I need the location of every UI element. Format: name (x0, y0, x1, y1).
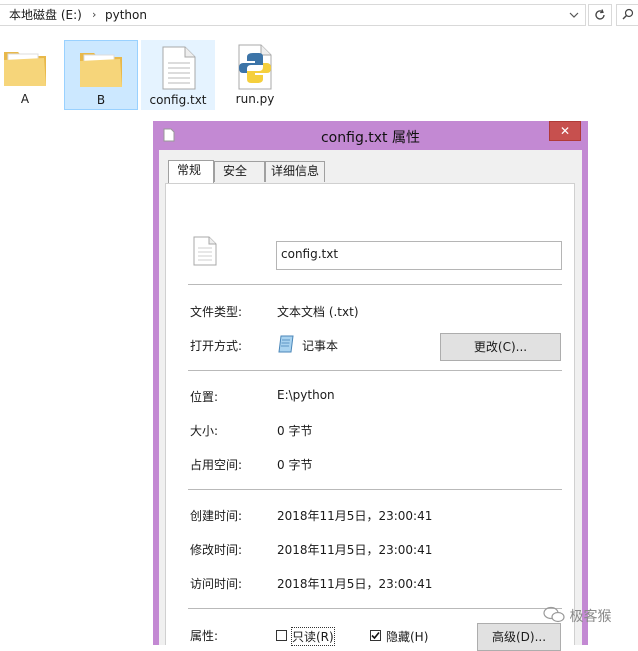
accessed-label: 访问时间: (190, 577, 243, 591)
notepad-icon (278, 335, 294, 353)
search-icon (622, 8, 634, 20)
readonly-checkbox[interactable] (276, 630, 287, 641)
breadcrumb-separator[interactable]: › (92, 8, 96, 21)
text-file-icon (162, 46, 196, 90)
folder-item-a[interactable]: A (0, 40, 62, 110)
open-with-label: 打开方式: (190, 339, 243, 353)
open-with-value: 记事本 (302, 339, 339, 353)
change-button[interactable]: 更改(C)... (440, 333, 561, 361)
readonly-label[interactable]: 只读(R) (291, 627, 335, 646)
address-bar: 本地磁盘 (E:) › python (0, 0, 638, 30)
text-file-icon (193, 236, 217, 266)
divider (188, 489, 562, 490)
file-item-run-py[interactable]: run.py (218, 40, 292, 110)
file-label: A (20, 92, 30, 106)
hidden-label[interactable]: 隐藏(H) (386, 628, 428, 645)
accessed-value: 2018年11月5日，23:00:41 (277, 577, 433, 591)
file-label: B (96, 93, 106, 107)
hidden-checkbox[interactable] (370, 630, 381, 641)
attributes-label: 属性: (190, 629, 219, 643)
checkmark-icon (371, 631, 380, 640)
file-label: config.txt (149, 93, 207, 107)
watermark-text: 极客猴 (569, 609, 612, 625)
close-button[interactable]: ✕ (549, 121, 581, 141)
file-type-value: 文本文档 (.txt) (277, 305, 359, 319)
size-value: 0 字节 (277, 424, 313, 438)
wechat-icon (543, 606, 565, 623)
file-item-config[interactable]: config.txt (141, 40, 215, 110)
dialog-title: config.txt 属性 (320, 130, 420, 146)
divider (188, 284, 562, 285)
refresh-button[interactable] (588, 4, 612, 26)
close-icon: ✕ (559, 124, 571, 138)
breadcrumb-folder[interactable]: python (105, 8, 147, 22)
python-file-icon (238, 44, 272, 90)
chevron-down-icon[interactable] (568, 9, 580, 21)
created-value: 2018年11月5日，23:00:41 (277, 509, 433, 523)
watermark: 极客猴 (543, 606, 611, 626)
filename-input[interactable]: config.txt (276, 241, 562, 270)
refresh-icon (595, 9, 605, 20)
advanced-button[interactable]: 高级(D)... (477, 623, 561, 651)
dialog-body: 常规 安全 详细信息 config.txt 文件类型: 文本文档 (.txt) … (159, 150, 582, 651)
tab-security[interactable]: 安全 (214, 161, 265, 182)
address-field[interactable] (0, 4, 586, 26)
folder-icon (80, 53, 122, 87)
folder-item-b[interactable]: B (64, 40, 138, 110)
breadcrumb-drive[interactable]: 本地磁盘 (E:) (9, 8, 82, 22)
tab-general[interactable]: 常规 (168, 160, 214, 183)
disk-size-value: 0 字节 (277, 458, 313, 472)
created-label: 创建时间: (190, 509, 243, 523)
size-label: 大小: (190, 424, 219, 438)
disk-size-label: 占用空间: (190, 458, 243, 472)
location-label: 位置: (190, 390, 219, 404)
tab-details[interactable]: 详细信息 (265, 161, 325, 182)
properties-dialog: config.txt 属性 ✕ 常规 安全 详细信息 config.txt 文件… (153, 121, 588, 651)
file-type-label: 文件类型: (190, 305, 243, 319)
location-value: E:\python (277, 388, 335, 402)
divider (188, 370, 562, 371)
file-label: run.py (235, 92, 275, 106)
folder-icon (4, 52, 46, 86)
divider (188, 608, 562, 609)
general-panel: config.txt 文件类型: 文本文档 (.txt) 打开方式: 记事本 更… (165, 183, 575, 651)
search-button[interactable] (616, 4, 638, 26)
modified-label: 修改时间: (190, 543, 243, 557)
modified-value: 2018年11月5日，23:00:41 (277, 543, 433, 557)
